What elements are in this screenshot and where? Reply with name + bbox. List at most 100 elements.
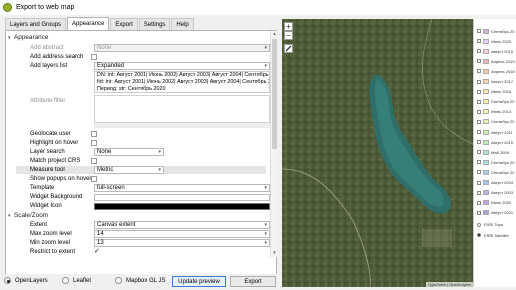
- layer-toggle[interactable]: Сентябрь 20: [477, 158, 514, 166]
- layer-checkbox[interactable]: [477, 180, 481, 185]
- radio-dot-icon: [62, 277, 69, 284]
- layer-checkbox[interactable]: [477, 130, 481, 134]
- layer-label: Сентябрь 20: [491, 119, 515, 125]
- map-preview[interactable]: + − Qgis2web | OpenLayers: [282, 19, 473, 287]
- layer-toggle[interactable]: Август 2017: [477, 78, 513, 86]
- measure-icon[interactable]: [284, 44, 293, 53]
- scrollbar-thumb[interactable]: [272, 39, 277, 149]
- format-mapbox-radio[interactable]: Mapbox GL JS: [115, 277, 165, 284]
- extent-value: Canvas extent: [97, 222, 136, 228]
- export-button[interactable]: Export: [230, 276, 276, 287]
- layer-toggle[interactable]: Август 2010: [477, 138, 513, 146]
- horizontal-scrollbar[interactable]: [94, 123, 270, 128]
- layer-toggle[interactable]: Июнь 2016: [477, 88, 511, 96]
- zoom-in-button[interactable]: +: [284, 22, 293, 31]
- layer-toggle[interactable]: Сентябрь 20: [477, 168, 514, 176]
- layer-toggle[interactable]: Сентябрь 20: [477, 27, 514, 35]
- basemap-radio[interactable]: ESRI Topo: [477, 221, 503, 229]
- layer-toggle[interactable]: Апрель 2019: [477, 57, 515, 65]
- group-scale-zoom[interactable]: ▾ Scale/Zoom: [8, 212, 48, 219]
- min-zoom-value: 13: [97, 240, 104, 246]
- tab-settings[interactable]: Settings: [138, 18, 171, 30]
- layer-toggle[interactable]: Август 2003: [477, 189, 513, 197]
- template-select[interactable]: full-screen ▾: [94, 184, 270, 192]
- layer-checkbox[interactable]: [477, 190, 481, 195]
- tab-export[interactable]: Export: [110, 18, 138, 30]
- layer-toggle[interactable]: Май 2009: [477, 148, 509, 156]
- widget-background-color-button[interactable]: [94, 194, 270, 201]
- layer-toggle[interactable]: Сентябрь 20: [477, 98, 514, 106]
- layer-toggle[interactable]: Июнь 2014: [477, 108, 511, 116]
- group-appearance[interactable]: ▾ Appearance: [8, 34, 48, 41]
- template-value: full-screen: [97, 185, 125, 191]
- match-project-crs-checkbox[interactable]: [91, 158, 97, 164]
- layer-search-select[interactable]: None ▾: [94, 148, 164, 156]
- chevron-down-icon: ▾: [264, 185, 267, 191]
- layer-search-label: Layer search: [30, 149, 65, 155]
- vertical-scrollbar[interactable]: ▴ ▾: [270, 31, 277, 257]
- window-title: Export to web map: [16, 4, 75, 11]
- tab-layers-and-groups[interactable]: Layers and Groups: [5, 18, 67, 30]
- chevron-down-icon: ▾: [264, 63, 267, 69]
- max-zoom-value: 14: [97, 231, 104, 237]
- add-address-search-checkbox[interactable]: [91, 54, 97, 60]
- layer-checkbox[interactable]: [477, 99, 481, 104]
- format-leaflet-radio[interactable]: Leaflet: [62, 277, 91, 284]
- map-attribution[interactable]: Qgis2web | OpenLayers: [426, 282, 473, 287]
- layer-checkbox[interactable]: [477, 119, 481, 124]
- zoom-out-button[interactable]: −: [284, 31, 293, 40]
- qgis-logo-icon: [3, 3, 12, 12]
- layer-label: Август 2019: [491, 48, 514, 54]
- measure-tool-select[interactable]: Metric ▾: [94, 166, 164, 174]
- scroll-down-icon[interactable]: ▾: [272, 251, 277, 256]
- tab-help[interactable]: Help: [171, 18, 194, 30]
- layer-label: Август 2003: [491, 190, 514, 196]
- restrict-to-extent-checkbox[interactable]: ✓: [94, 248, 102, 256]
- legend-swatch-icon: [483, 79, 489, 84]
- layer-toggle[interactable]: Июнь 2002: [477, 199, 511, 207]
- layer-toggle[interactable]: Июнь 2020: [477, 37, 511, 45]
- layer-checkbox[interactable]: [477, 69, 481, 74]
- layer-checkbox[interactable]: [477, 160, 481, 165]
- layer-checkbox[interactable]: [477, 89, 481, 94]
- template-label: Template: [30, 185, 55, 191]
- scroll-up-icon[interactable]: ▴: [272, 32, 277, 37]
- extent-select[interactable]: Canvas extent ▾: [94, 221, 270, 229]
- layer-checkbox[interactable]: [477, 39, 481, 44]
- layer-checkbox[interactable]: [477, 170, 481, 175]
- update-preview-button[interactable]: Update preview: [172, 276, 226, 287]
- add-abstract-value: None: [97, 45, 112, 51]
- layer-toggle[interactable]: Апрель 2018: [477, 67, 515, 75]
- add-layers-list-select[interactable]: Expanded ▾: [94, 62, 270, 70]
- radio-dot-icon: [477, 233, 481, 238]
- match-project-crs-label: Match project CRS: [30, 158, 81, 164]
- layer-checkbox[interactable]: [477, 140, 481, 145]
- min-zoom-select[interactable]: 13 ▾: [94, 239, 270, 247]
- layer-checkbox[interactable]: [477, 49, 481, 54]
- layers-list-textarea[interactable]: DN: int: Август 2001| Июнь 2002| Август …: [94, 71, 270, 93]
- layer-checkbox[interactable]: [477, 109, 481, 114]
- layer-toggle[interactable]: Август 2001: [477, 209, 513, 217]
- widget-icon-color-button[interactable]: [94, 203, 270, 210]
- attribute-filter-list[interactable]: [94, 95, 270, 123]
- layer-checkbox[interactable]: [477, 150, 481, 155]
- layer-checkbox[interactable]: [477, 79, 481, 84]
- show-popups-on-hover-checkbox[interactable]: [91, 176, 97, 182]
- tab-appearance[interactable]: Appearance: [67, 17, 110, 30]
- geolocate-user-checkbox[interactable]: [91, 131, 97, 137]
- layer-toggle[interactable]: Август 2011: [477, 128, 513, 136]
- max-zoom-label: Max zoom level: [30, 231, 72, 237]
- layer-checkbox[interactable]: [477, 200, 481, 205]
- layer-label: Август 2011: [491, 129, 513, 135]
- format-openlayers-radio[interactable]: OpenLayers: [4, 277, 48, 284]
- layer-checkbox[interactable]: [477, 29, 481, 33]
- basemap-radio[interactable]: ESRI Satellite: [477, 231, 509, 239]
- max-zoom-select[interactable]: 14 ▾: [94, 230, 270, 238]
- layer-checkbox[interactable]: [477, 59, 481, 64]
- layer-toggle[interactable]: Сентябрь 20: [477, 118, 514, 126]
- layer-checkbox[interactable]: [477, 210, 481, 215]
- layer-toggle[interactable]: Август 2004: [477, 179, 513, 187]
- layer-toggle[interactable]: Август 2019: [477, 47, 513, 55]
- legend-swatch-icon: [483, 210, 489, 216]
- highlight-on-hover-checkbox[interactable]: [91, 140, 97, 146]
